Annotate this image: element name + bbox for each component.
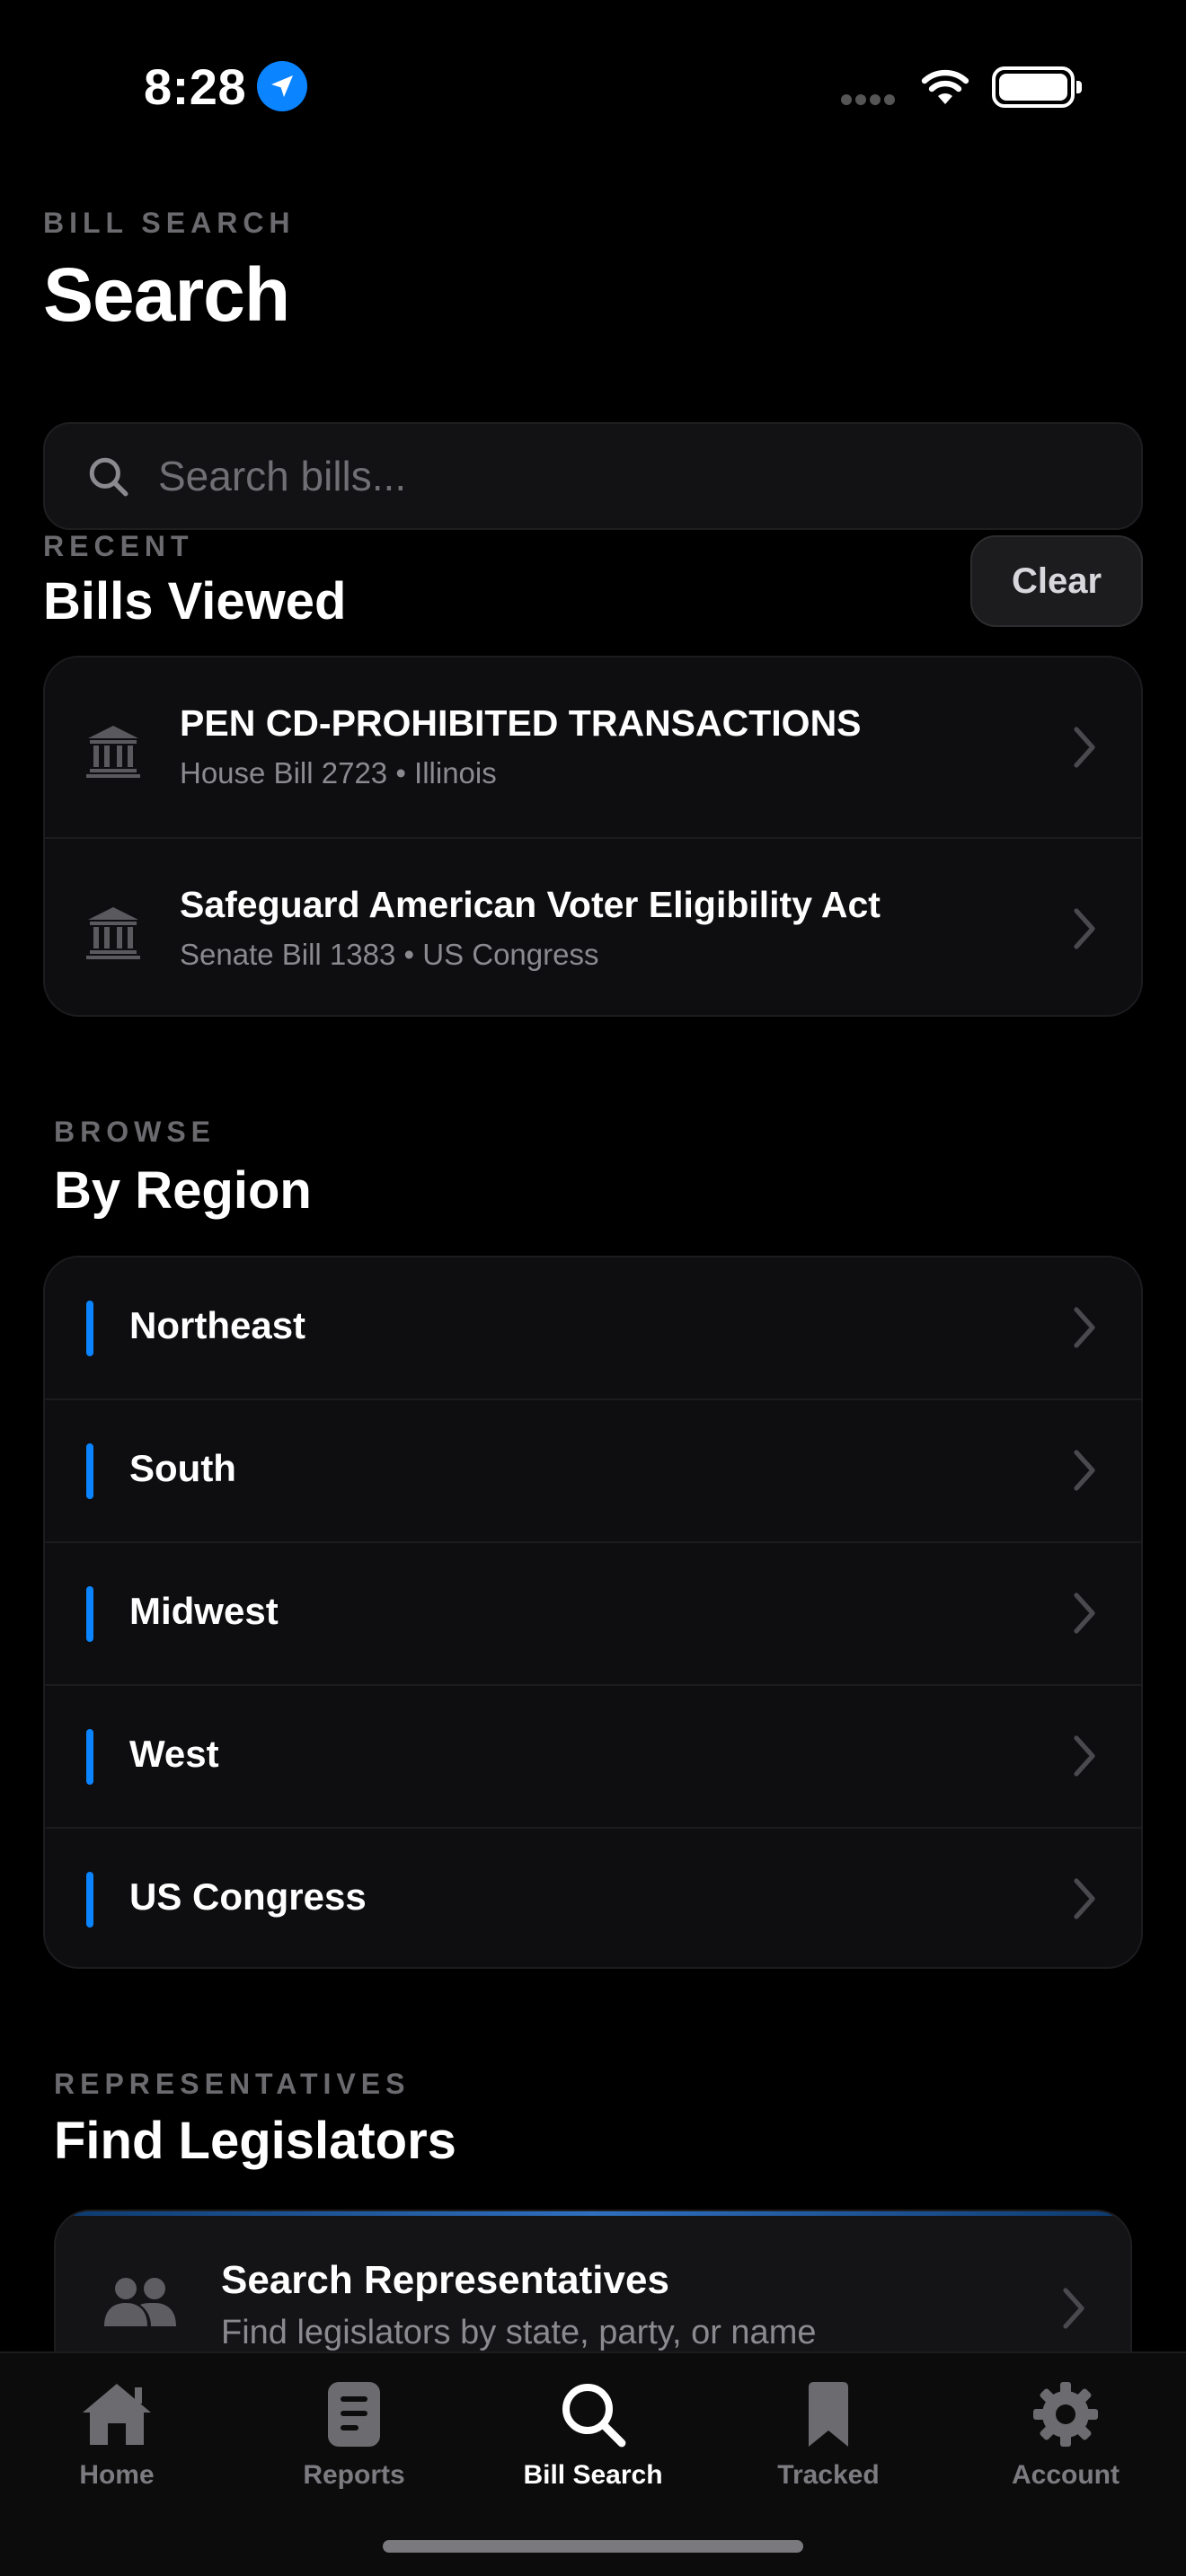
tab-account[interactable]: Account: [976, 2369, 1155, 2504]
chevron-right-icon: [1071, 905, 1098, 957]
chevron-right-icon: [1071, 1590, 1098, 1641]
region-accent-bar: [86, 1729, 93, 1785]
chevron-right-icon: [1071, 1447, 1098, 1498]
recent-bills-list: PEN CD-PROHIBITED TRANSACTIONS House Bil…: [43, 656, 1143, 1017]
recent-bill-title: Safeguard American Voter Eligibility Act: [180, 884, 881, 925]
recent-title: Bills Viewed: [43, 572, 347, 631]
region-accent-bar: [86, 1586, 93, 1642]
tab-label: Reports: [303, 2460, 405, 2490]
region-accent-bar: [86, 1443, 93, 1499]
region-list: Northeast South Midwest West US Congress: [43, 1256, 1143, 1969]
status-bar: 8:28: [0, 0, 1186, 171]
tab-home[interactable]: Home: [27, 2369, 207, 2504]
bank-icon: [84, 904, 142, 966]
people-icon: [102, 2272, 178, 2334]
home-indicator: [383, 2540, 803, 2553]
wifi-icon: [918, 65, 972, 112]
representatives-title: Find Legislators: [54, 2112, 456, 2170]
page-title: Search: [43, 252, 290, 337]
battery-icon: [992, 66, 1082, 108]
region-label: South: [129, 1447, 236, 1489]
tab-reports[interactable]: Reports: [264, 2369, 444, 2504]
browse-eyebrow: BROWSE: [54, 1116, 216, 1148]
region-label: US Congress: [129, 1875, 367, 1918]
chevron-right-icon: [1071, 724, 1098, 775]
clear-recent-button[interactable]: Clear: [970, 535, 1143, 627]
region-accent-bar: [86, 1872, 93, 1928]
tab-bill-search[interactable]: Bill Search: [503, 2369, 683, 2504]
document-icon: [264, 2380, 444, 2453]
recent-bill-subtitle: House Bill 2723 • Illinois: [180, 756, 497, 790]
recent-bill-row[interactable]: Safeguard American Voter Eligibility Act…: [45, 839, 1141, 1015]
chevron-right-icon: [1071, 1875, 1098, 1927]
search-icon: [86, 454, 131, 504]
tab-label: Bill Search: [523, 2460, 663, 2490]
chevron-right-icon: [1071, 1733, 1098, 1784]
region-label: Midwest: [129, 1590, 279, 1632]
region-label: Northeast: [129, 1304, 306, 1346]
representatives-eyebrow: REPRESENTATIVES: [54, 2068, 411, 2100]
browse-title: By Region: [54, 1161, 312, 1220]
region-row-us-congress[interactable]: US Congress: [45, 1829, 1141, 1967]
search-input[interactable]: [158, 424, 1111, 528]
region-label: West: [129, 1733, 219, 1775]
gear-icon: [976, 2380, 1155, 2453]
chevron-right-icon: [1060, 2285, 1087, 2336]
search-bar[interactable]: [43, 422, 1143, 530]
region-accent-bar: [86, 1301, 93, 1356]
search-representatives-title: Search Representatives: [221, 2258, 669, 2302]
region-row-south[interactable]: South: [45, 1400, 1141, 1543]
header-eyebrow: BILL SEARCH: [43, 207, 296, 239]
region-row-midwest[interactable]: Midwest: [45, 1543, 1141, 1686]
tab-tracked[interactable]: Tracked: [739, 2369, 918, 2504]
tab-label: Account: [1012, 2460, 1120, 2490]
bookmark-icon: [739, 2380, 918, 2453]
tab-label: Tracked: [777, 2460, 880, 2490]
tab-label: Home: [79, 2460, 155, 2490]
location-arrow-icon: [257, 61, 307, 111]
recent-bill-row[interactable]: PEN CD-PROHIBITED TRANSACTIONS House Bil…: [45, 657, 1141, 839]
card-accent-line: [56, 2211, 1130, 2216]
chevron-right-icon: [1071, 1304, 1098, 1355]
bank-icon: [84, 722, 142, 784]
cellular-signal-icon: [841, 93, 904, 105]
recent-bill-subtitle: Senate Bill 1383 • US Congress: [180, 938, 599, 971]
recent-bill-title: PEN CD-PROHIBITED TRANSACTIONS: [180, 702, 862, 744]
region-row-northeast[interactable]: Northeast: [45, 1257, 1141, 1400]
region-row-west[interactable]: West: [45, 1686, 1141, 1829]
home-icon: [27, 2380, 207, 2453]
search-icon: [503, 2380, 683, 2453]
status-time: 8:28: [144, 58, 247, 115]
search-representatives-subtitle: Find legislators by state, party, or nam…: [221, 2314, 817, 2351]
recent-eyebrow: RECENT: [43, 530, 194, 562]
